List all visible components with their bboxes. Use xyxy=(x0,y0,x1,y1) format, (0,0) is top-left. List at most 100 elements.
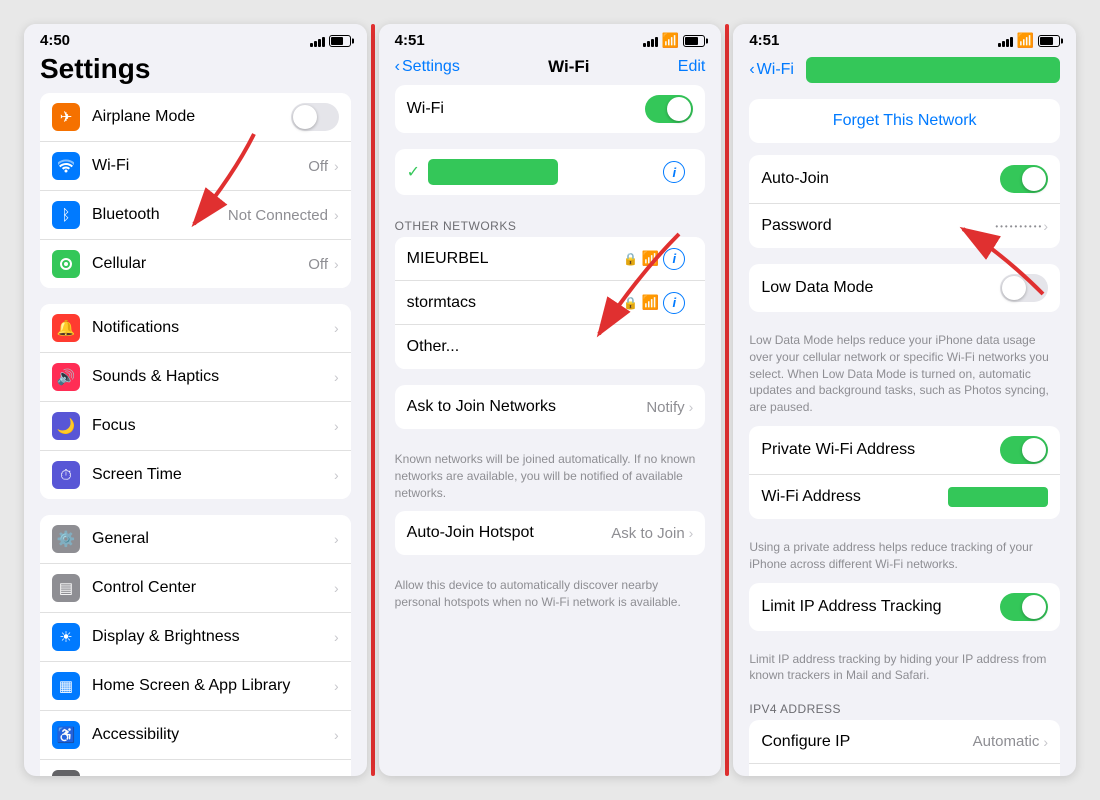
signal-icon-1 xyxy=(310,35,325,47)
info-button-mieurbel[interactable]: i xyxy=(663,248,685,270)
settings-group-display: ⚙️ General › ▤ Control Center › ☀ Displa… xyxy=(40,515,351,776)
network-item-stormtacs[interactable]: stormtacs 🔒 📶 i xyxy=(395,281,706,325)
display-label: Display & Brightness xyxy=(92,628,334,646)
limit-ip-desc: Limit IP address tracking by hiding your… xyxy=(733,647,1076,695)
wifi-toggle-item[interactable]: Wi-Fi xyxy=(395,85,706,133)
wifi-toggle-group: Wi-Fi xyxy=(395,85,706,133)
accessibility-label: Accessibility xyxy=(92,726,334,744)
settings-group-connectivity: ✈ Airplane Mode Wi- xyxy=(40,93,351,288)
limit-ip-row[interactable]: Limit IP Address Tracking xyxy=(749,583,1060,631)
battery-icon-3 xyxy=(1038,35,1060,47)
bluetooth-chevron: › xyxy=(334,207,339,223)
private-wifi-toggle[interactable] xyxy=(1000,436,1048,464)
general-chevron: › xyxy=(334,531,339,547)
settings-item-bluetooth[interactable]: ᛒ Bluetooth Not Connected › xyxy=(40,191,351,240)
configure-ip-row[interactable]: Configure IP Automatic › xyxy=(749,720,1060,764)
sounds-chevron: › xyxy=(334,369,339,385)
nav-back-settings[interactable]: ‹ Settings xyxy=(395,58,460,76)
settings-item-general[interactable]: ⚙️ General › xyxy=(40,515,351,564)
low-data-toggle[interactable] xyxy=(1000,274,1048,302)
auto-join-value: Ask to Join xyxy=(611,525,684,542)
connected-network-item[interactable]: ✓ i xyxy=(395,149,706,195)
settings-item-controlcenter[interactable]: ▤ Control Center › xyxy=(40,564,351,613)
settings-item-display[interactable]: ☀ Display & Brightness › xyxy=(40,613,351,662)
wifi-address-bar xyxy=(948,487,1048,507)
homescreen-icon: ▦ xyxy=(52,672,80,700)
auto-join-item[interactable]: Auto-Join Hotspot Ask to Join › xyxy=(395,511,706,555)
wifi-toggle[interactable] xyxy=(645,95,693,123)
notifications-label: Notifications xyxy=(92,319,334,337)
battery-icon-1 xyxy=(329,35,351,47)
panel-network-detail: 4:51 📶 ‹ Wi-Fi Forget This Network xyxy=(733,24,1076,776)
low-data-group: Low Data Mode xyxy=(749,264,1060,312)
battery-icon-2 xyxy=(683,35,705,47)
panel-settings: 4:50 Settings ✈ Airplane Mode xyxy=(24,24,367,776)
settings-content: ✈ Airplane Mode Wi- xyxy=(24,93,367,776)
settings-item-airplane[interactable]: ✈ Airplane Mode xyxy=(40,93,351,142)
wifi-address-desc: Using a private address helps reduce tra… xyxy=(733,535,1076,583)
wifi-address-row[interactable]: Wi-Fi Address xyxy=(749,475,1060,519)
settings-item-notifications[interactable]: 🔔 Notifications › xyxy=(40,304,351,353)
password-row[interactable]: Password •••••••••• › xyxy=(749,204,1060,248)
auto-join-group: Auto-Join Hotspot Ask to Join › xyxy=(395,511,706,555)
sounds-label: Sounds & Haptics xyxy=(92,368,334,386)
status-bar-3: 4:51 📶 xyxy=(733,24,1076,53)
signal-icon-2 xyxy=(643,35,658,47)
main-container: 4:50 Settings ✈ Airplane Mode xyxy=(20,20,1080,780)
info-button-connected[interactable]: i xyxy=(663,161,685,183)
other-networks-header: OTHER NETWORKS xyxy=(379,211,722,237)
divider-2 xyxy=(725,24,729,776)
limit-ip-label: Limit IP Address Tracking xyxy=(761,598,1000,616)
password-chevron: › xyxy=(1043,218,1048,234)
nav-back-wifi[interactable]: ‹ Wi-Fi xyxy=(749,61,794,79)
airplane-icon: ✈ xyxy=(52,103,80,131)
private-wifi-label: Private Wi-Fi Address xyxy=(761,441,1000,459)
controlcenter-label: Control Center xyxy=(92,579,334,597)
auto-join-detail-toggle[interactable] xyxy=(1000,165,1048,193)
network-item-other[interactable]: Other... xyxy=(395,325,706,369)
screentime-icon: ⏱ xyxy=(52,461,80,489)
display-icon: ☀ xyxy=(52,623,80,651)
low-data-label: Low Data Mode xyxy=(761,279,1000,297)
settings-item-wifi[interactable]: Wi-Fi Off › xyxy=(40,142,351,191)
screentime-label: Screen Time xyxy=(92,466,334,484)
notifications-icon: 🔔 xyxy=(52,314,80,342)
homescreen-label: Home Screen & App Library xyxy=(92,677,334,695)
auto-join-desc: Allow this device to automatically disco… xyxy=(379,571,722,621)
settings-item-cellular[interactable]: Cellular Off › xyxy=(40,240,351,288)
connected-network-group: ✓ i xyxy=(395,149,706,195)
privacy-group: Private Wi-Fi Address Wi-Fi Address xyxy=(749,426,1060,519)
auto-join-chevron: › xyxy=(689,525,694,541)
network-item-mieurbel[interactable]: MIEURBEL 🔒 📶 i xyxy=(395,237,706,281)
status-icons-2: 📶 xyxy=(643,32,705,49)
auto-join-row[interactable]: Auto-Join xyxy=(749,155,1060,204)
network-name-bar xyxy=(806,57,1060,83)
notifications-chevron: › xyxy=(334,320,339,336)
low-data-row[interactable]: Low Data Mode xyxy=(749,264,1060,312)
settings-item-accessibility[interactable]: ♿ Accessibility › xyxy=(40,711,351,760)
configure-ip-label: Configure IP xyxy=(761,733,972,751)
cellular-chevron: › xyxy=(334,256,339,272)
auto-join-detail-label: Auto-Join xyxy=(761,170,1000,188)
info-button-stormtacs[interactable]: i xyxy=(663,292,685,314)
edit-button[interactable]: Edit xyxy=(678,58,706,76)
status-bar-2: 4:51 📶 xyxy=(379,24,722,53)
settings-item-screentime[interactable]: ⏱ Screen Time › xyxy=(40,451,351,499)
ip-address-row[interactable]: IP Address xyxy=(749,764,1060,776)
airplane-toggle[interactable] xyxy=(291,103,339,131)
ask-join-item[interactable]: Ask to Join Networks Notify › xyxy=(395,385,706,429)
password-dots: •••••••••• xyxy=(995,222,1043,231)
settings-item-focus[interactable]: 🌙 Focus › xyxy=(40,402,351,451)
settings-item-wallpaper[interactable]: 🖼 Wallpaper › xyxy=(40,760,351,776)
forget-network-button[interactable]: Forget This Network xyxy=(749,99,1060,143)
password-label: Password xyxy=(761,217,995,235)
network-name-mieurbel: MIEURBEL xyxy=(407,250,623,268)
settings-item-sounds[interactable]: 🔊 Sounds & Haptics › xyxy=(40,353,351,402)
limit-ip-toggle[interactable] xyxy=(1000,593,1048,621)
private-wifi-row[interactable]: Private Wi-Fi Address xyxy=(749,426,1060,475)
wifi-value: Off xyxy=(308,158,328,175)
settings-item-homescreen[interactable]: ▦ Home Screen & App Library › xyxy=(40,662,351,711)
wifi-chevron: › xyxy=(334,158,339,174)
status-icons-1 xyxy=(310,35,351,47)
screentime-chevron: › xyxy=(334,467,339,483)
